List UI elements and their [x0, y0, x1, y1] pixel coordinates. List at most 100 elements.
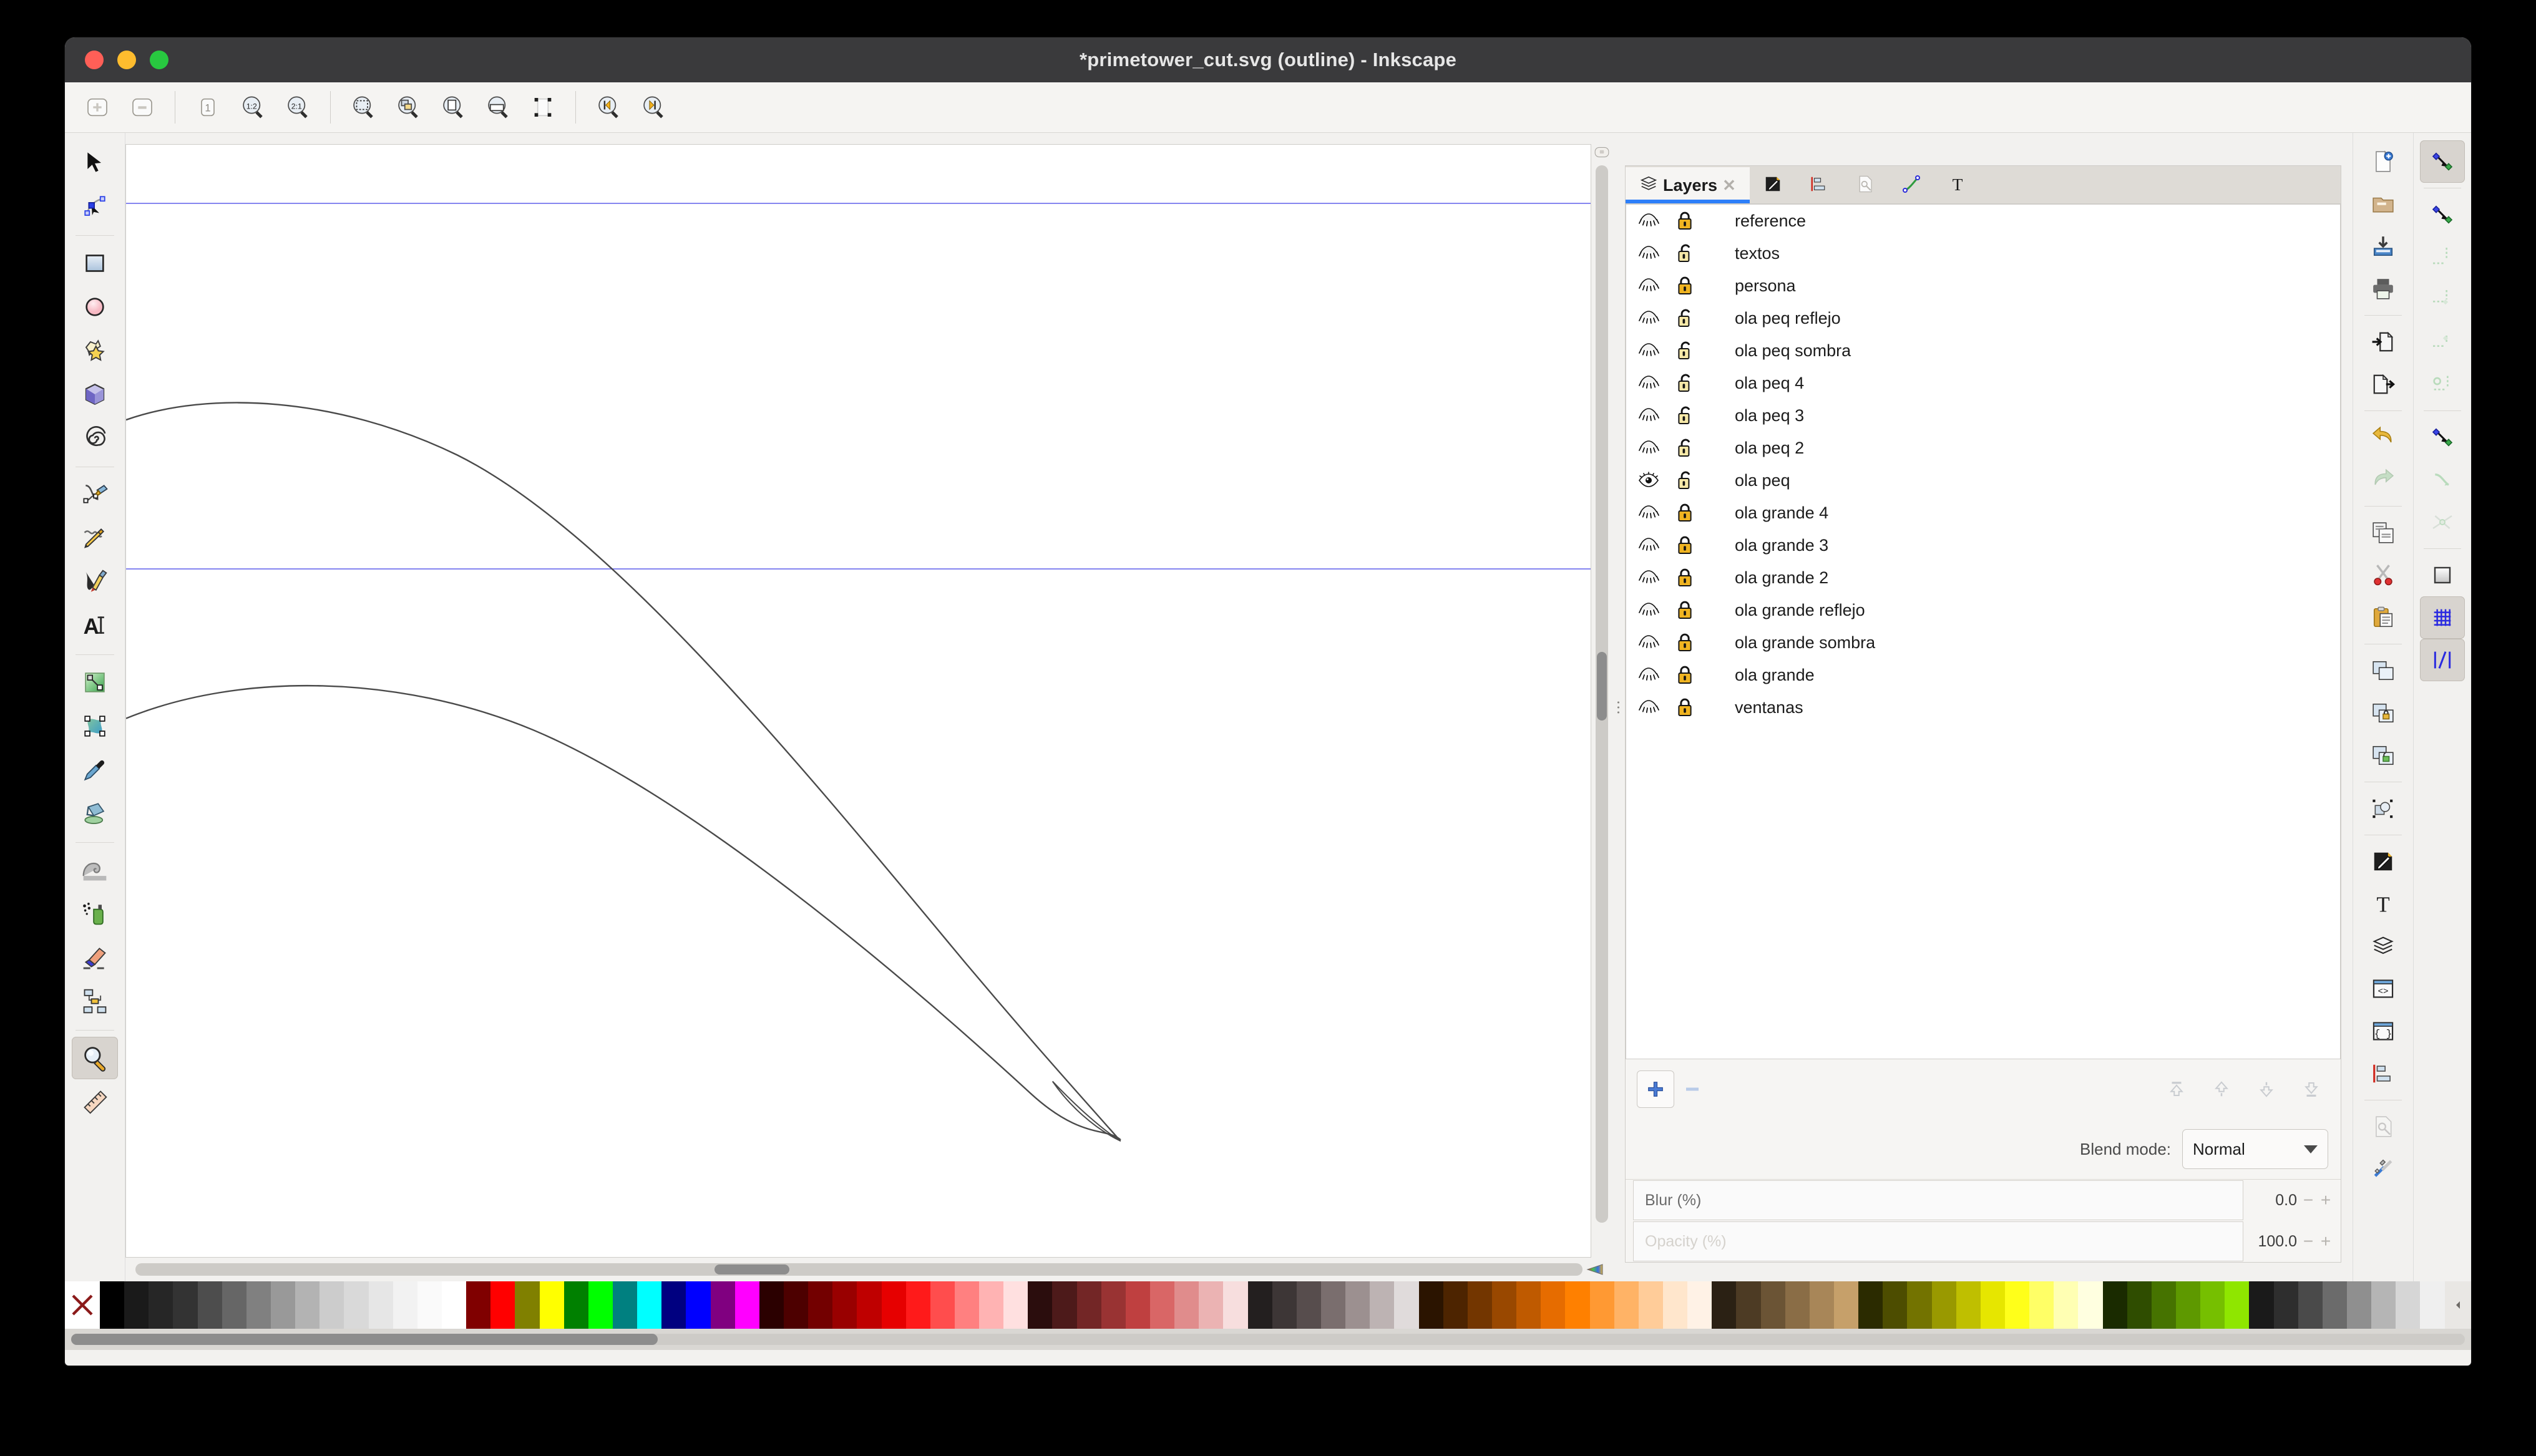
palette-swatch[interactable]	[2152, 1281, 2176, 1329]
zoom-window-button[interactable]	[150, 51, 168, 69]
palette-swatch[interactable]	[124, 1281, 149, 1329]
snap-guides-button[interactable]	[2420, 639, 2465, 681]
palette-swatch[interactable]	[1687, 1281, 1712, 1329]
palette-swatch[interactable]	[271, 1281, 295, 1329]
palette-swatch[interactable]	[198, 1281, 222, 1329]
palette-swatch[interactable]	[417, 1281, 442, 1329]
palette-swatch[interactable]	[1394, 1281, 1418, 1329]
palette-swatch[interactable]	[2371, 1281, 2396, 1329]
layer-row[interactable]: ola grande reflejo	[1626, 594, 2340, 626]
palette-swatch[interactable]	[1370, 1281, 1394, 1329]
palette-swatch[interactable]	[2347, 1281, 2371, 1329]
tweak-tool[interactable]	[72, 849, 118, 891]
palette-swatch[interactable]	[1003, 1281, 1028, 1329]
palette-swatch[interactable]	[832, 1281, 857, 1329]
palette-swatch[interactable]	[1736, 1281, 1760, 1329]
palette-swatch[interactable]	[1858, 1281, 1883, 1329]
lock-closed-icon[interactable]	[1671, 273, 1699, 298]
eye-closed-icon[interactable]	[1635, 630, 1662, 655]
palette-swatch[interactable]	[930, 1281, 955, 1329]
align-dialog-button[interactable]	[2361, 1052, 2406, 1095]
eye-closed-icon[interactable]	[1635, 500, 1662, 525]
layer-row[interactable]: textos	[1626, 237, 2340, 269]
zoom-page-width-button[interactable]	[476, 88, 520, 127]
minimize-window-button[interactable]	[117, 51, 136, 69]
spray-tool[interactable]	[72, 893, 118, 935]
palette-swatch[interactable]	[393, 1281, 417, 1329]
zoom-2-1-button[interactable]: 2:1	[275, 88, 320, 127]
palette-swatch[interactable]	[1614, 1281, 1639, 1329]
lock-closed-icon[interactable]	[1671, 630, 1699, 655]
tab-layers[interactable]: Layers ✕	[1626, 167, 1750, 203]
layer-row[interactable]: ola peq 3	[1626, 399, 2340, 432]
opacity-stepper[interactable]: −+	[2299, 1231, 2341, 1251]
snap-enable-global-button[interactable]	[2420, 140, 2465, 183]
save-document-button[interactable]	[2361, 225, 2406, 268]
palette-swatch[interactable]	[1907, 1281, 1931, 1329]
palette-swatch[interactable]	[1223, 1281, 1247, 1329]
eye-closed-icon[interactable]	[1635, 371, 1662, 396]
lock-closed-icon[interactable]	[1671, 208, 1699, 233]
color-palette[interactable]	[65, 1281, 2471, 1329]
eye-closed-icon[interactable]	[1635, 565, 1662, 590]
palette-swatch[interactable]	[1785, 1281, 1810, 1329]
palette-swatches[interactable]	[100, 1281, 2445, 1329]
duplicate-button[interactable]	[2361, 649, 2406, 692]
pencil-tool[interactable]	[72, 517, 118, 560]
cut-button[interactable]	[2361, 554, 2406, 596]
zoom-out-button[interactable]	[120, 88, 165, 127]
palette-swatch[interactable]	[2029, 1281, 2054, 1329]
palette-swatch[interactable]	[882, 1281, 906, 1329]
lock-closed-icon[interactable]	[1671, 565, 1699, 590]
layer-row[interactable]: ola peq	[1626, 464, 2340, 497]
palette-swatch[interactable]	[540, 1281, 564, 1329]
snap-path-intersections-button[interactable]	[2420, 501, 2465, 543]
palette-swatch[interactable]	[857, 1281, 881, 1329]
layer-row[interactable]: ola peq sombra	[1626, 334, 2340, 367]
lock-open-icon[interactable]	[1671, 371, 1699, 396]
opacity-slider[interactable]: Opacity (%)	[1633, 1221, 2243, 1261]
palette-scrollbar[interactable]	[65, 1329, 2471, 1350]
palette-swatch[interactable]	[2420, 1281, 2444, 1329]
snap-bbox-centers-button[interactable]	[2420, 363, 2465, 405]
palette-swatch[interactable]	[2225, 1281, 2249, 1329]
palette-swatch[interactable]	[735, 1281, 759, 1329]
layer-row[interactable]: ola grande sombra	[1626, 626, 2340, 659]
palette-swatch[interactable]	[1492, 1281, 1516, 1329]
palette-swatch[interactable]	[2078, 1281, 2102, 1329]
palette-swatch[interactable]	[2274, 1281, 2298, 1329]
palette-swatch[interactable]	[369, 1281, 393, 1329]
palette-swatch[interactable]	[1248, 1281, 1272, 1329]
palette-swatch[interactable]	[1883, 1281, 1907, 1329]
document-properties-button[interactable]: { }	[2361, 1010, 2406, 1052]
eye-closed-icon[interactable]	[1635, 695, 1662, 720]
zoom-1-2-button[interactable]: 1:2	[230, 88, 275, 127]
blur-value[interactable]: 0.0	[2243, 1191, 2299, 1210]
palette-swatch[interactable]	[1077, 1281, 1101, 1329]
paste-button[interactable]	[2361, 596, 2406, 639]
lock-open-icon[interactable]	[1671, 306, 1699, 331]
redo-button[interactable]	[2361, 459, 2406, 501]
palette-swatch[interactable]	[2249, 1281, 2273, 1329]
palette-swatch[interactable]	[955, 1281, 979, 1329]
lock-closed-icon[interactable]	[1671, 500, 1699, 525]
palette-swatch[interactable]	[344, 1281, 368, 1329]
palette-swatch[interactable]	[661, 1281, 686, 1329]
ellipse-tool[interactable]	[72, 286, 118, 328]
palette-swatch[interactable]	[1297, 1281, 1321, 1329]
opacity-value[interactable]: 100.0	[2243, 1233, 2299, 1251]
snap-grid-button[interactable]	[2420, 596, 2465, 639]
zoom-page-button[interactable]	[431, 88, 476, 127]
eraser-tool[interactable]	[72, 936, 118, 979]
close-window-button[interactable]	[85, 51, 104, 69]
layers-dialog-button[interactable]	[2361, 925, 2406, 968]
palette-swatch[interactable]	[1981, 1281, 2005, 1329]
snap-nodes-button[interactable]	[2420, 416, 2465, 459]
palette-swatch[interactable]	[2176, 1281, 2200, 1329]
lock-closed-icon[interactable]	[1671, 695, 1699, 720]
palette-swatch[interactable]	[222, 1281, 246, 1329]
raise-layer-to-top-button[interactable]	[2158, 1071, 2195, 1107]
palette-swatch[interactable]	[2127, 1281, 2152, 1329]
palette-swatch[interactable]	[2323, 1281, 2347, 1329]
palette-swatch[interactable]	[1174, 1281, 1199, 1329]
